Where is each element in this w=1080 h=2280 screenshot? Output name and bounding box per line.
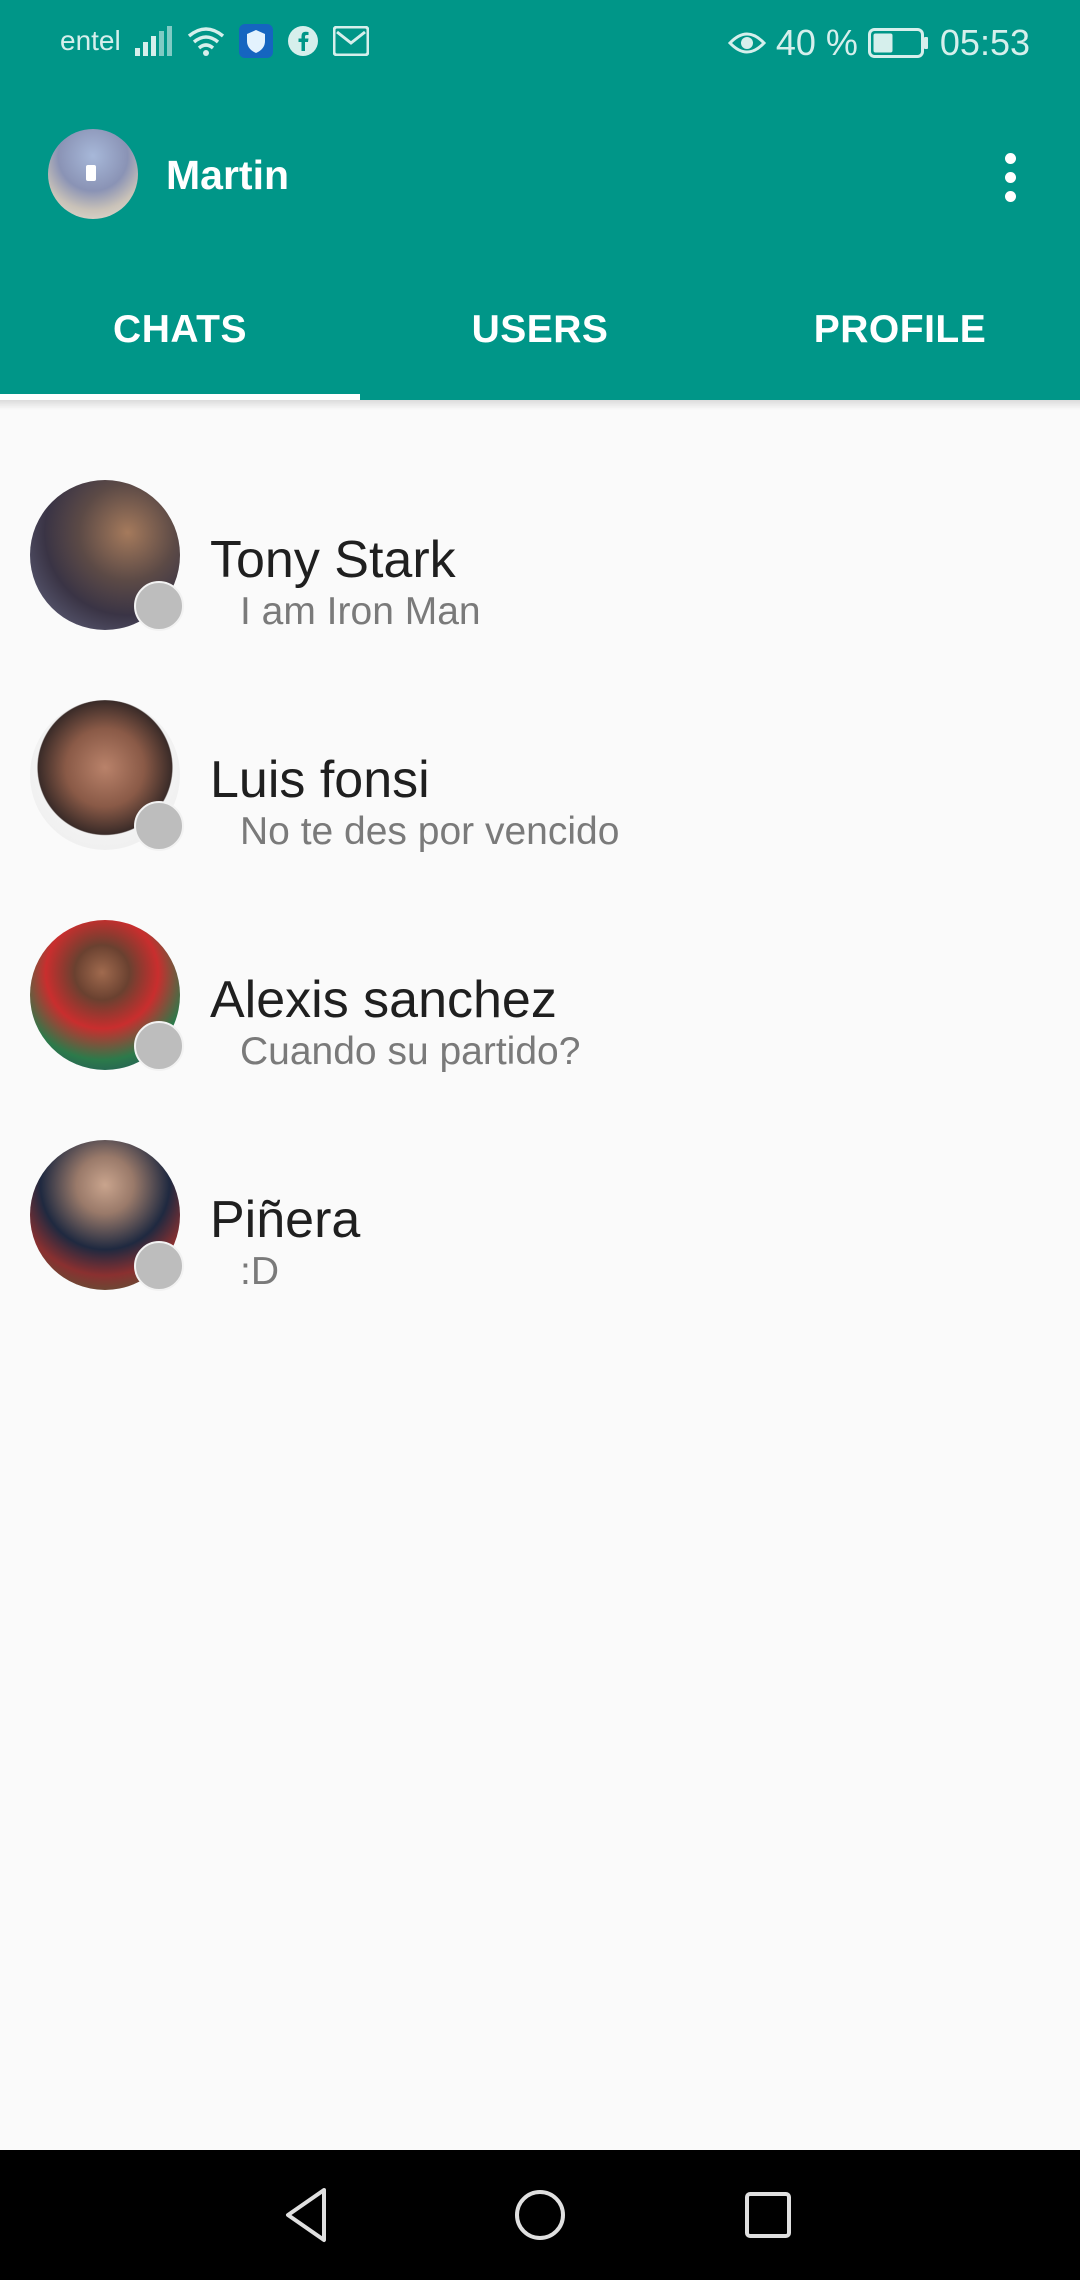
app-title: Martin xyxy=(166,152,289,198)
back-button[interactable] xyxy=(272,2180,342,2250)
back-triangle-icon xyxy=(286,2188,326,2242)
signal-icon xyxy=(134,26,173,56)
status-left: entel xyxy=(60,24,369,58)
chat-item-pinera[interactable]: Piñera :D xyxy=(0,1130,1080,1350)
shield-app-icon xyxy=(238,24,273,58)
chat-list: Tony Stark I am Iron Man Luis fonsi No t… xyxy=(0,470,1080,1350)
tab-users[interactable]: USERS xyxy=(360,260,720,400)
status-bar: entel 40 % 05:53 xyxy=(0,0,1080,92)
app-bar: Martin xyxy=(0,92,1080,260)
mail-icon xyxy=(332,26,369,56)
home-button[interactable] xyxy=(505,2180,575,2250)
tab-profile[interactable]: PROFILE xyxy=(720,260,1080,400)
offline-status-dot xyxy=(134,1241,184,1291)
chat-item-luis-fonsi[interactable]: Luis fonsi No te des por vencido xyxy=(0,690,1080,910)
eye-icon xyxy=(727,29,766,57)
tab-bar-shadow xyxy=(0,400,1080,410)
tab-chats[interactable]: CHATS xyxy=(0,260,360,400)
offline-status-dot xyxy=(134,1021,184,1071)
chat-name: Alexis sanchez xyxy=(210,971,557,1029)
chat-last-message: No te des por vencido xyxy=(240,810,620,853)
chat-name: Luis fonsi xyxy=(210,751,430,809)
carrier-label: entel xyxy=(60,25,121,56)
battery-icon xyxy=(867,28,930,58)
chat-last-message: :D xyxy=(240,1250,279,1293)
tab-users-label: USERS xyxy=(471,308,609,351)
chat-item-alexis-sanchez[interactable]: Alexis sanchez Cuando su partido? xyxy=(0,910,1080,1130)
offline-status-dot xyxy=(134,801,184,851)
battery-percent: 40 % xyxy=(775,22,858,63)
clock-time: 05:53 xyxy=(939,22,1030,63)
recents-button[interactable] xyxy=(733,2180,803,2250)
more-vertical-icon xyxy=(1004,152,1016,164)
chat-name: Piñera xyxy=(210,1191,361,1249)
chat-name: Tony Stark xyxy=(210,531,456,589)
chat-last-message: Cuando su partido? xyxy=(240,1030,581,1073)
chat-item-tony-stark[interactable]: Tony Stark I am Iron Man xyxy=(0,470,1080,690)
overflow-menu-button[interactable] xyxy=(990,142,1030,212)
wifi-icon xyxy=(187,26,225,56)
home-circle-icon xyxy=(515,2190,565,2240)
tab-profile-label: PROFILE xyxy=(813,308,987,351)
user-avatar[interactable] xyxy=(48,129,138,219)
system-nav-bar xyxy=(0,2150,1080,2280)
status-right: 40 % 05:53 xyxy=(727,22,1030,64)
tab-bar: CHATS USERS PROFILE xyxy=(0,260,1080,400)
offline-status-dot xyxy=(134,581,184,631)
facebook-icon xyxy=(287,25,319,57)
recents-square-icon xyxy=(745,2192,791,2238)
tab-chats-label: CHATS xyxy=(113,308,247,351)
chat-last-message: I am Iron Man xyxy=(240,590,481,633)
